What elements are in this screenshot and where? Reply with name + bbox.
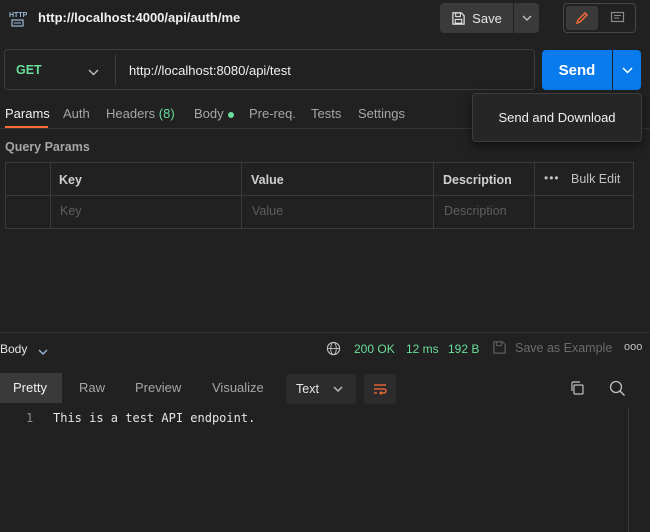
format-select[interactable]: Text [286, 374, 356, 404]
bulk-edit-button[interactable]: Bulk Edit [571, 172, 620, 186]
status-badge[interactable]: 200 OK [354, 342, 395, 356]
copy-icon[interactable] [569, 380, 585, 399]
save-button[interactable]: Save [440, 3, 513, 33]
editor-scrollbar[interactable] [628, 408, 629, 532]
response-body-line[interactable]: This is a test API endpoint. [53, 411, 255, 425]
tab-headers[interactable]: Headers (8) [106, 106, 175, 121]
column-header-key: Key [59, 173, 82, 187]
save-icon [492, 340, 507, 358]
search-icon[interactable] [609, 380, 626, 400]
body-indicator-dot [227, 111, 234, 118]
chevron-down-icon [621, 66, 633, 74]
response-time[interactable]: 12 ms [406, 342, 439, 356]
save-label: Save [472, 10, 502, 26]
param-key-input[interactable]: Key [60, 204, 82, 218]
response-more-options-icon[interactable]: ooo [624, 341, 642, 353]
pencil-icon [575, 12, 588, 25]
url-input[interactable]: http://localhost:8080/api/test [129, 63, 291, 78]
comment-icon [610, 11, 624, 23]
params-col-divider [241, 162, 242, 229]
tab-tests[interactable]: Tests [311, 106, 341, 121]
param-value-input[interactable]: Value [252, 204, 283, 218]
tab-settings[interactable]: Settings [358, 106, 405, 121]
wrap-lines-button[interactable] [364, 374, 396, 404]
send-options-button[interactable] [613, 50, 641, 90]
params-col-divider [534, 162, 535, 229]
tab-headers-label: Headers [106, 106, 156, 121]
tab-params[interactable]: Params [5, 106, 50, 121]
chevron-down-icon [522, 15, 531, 21]
view-tab-preview[interactable]: Preview [135, 380, 181, 395]
column-header-value: Value [251, 173, 284, 187]
save-icon [452, 11, 465, 25]
column-header-description: Description [443, 173, 512, 187]
format-select-value: Text [296, 382, 319, 396]
view-tab-visualize[interactable]: Visualize [212, 380, 264, 395]
params-row-divider [5, 195, 634, 196]
active-tab-underline [5, 126, 48, 128]
response-body-label[interactable]: Body [0, 342, 27, 356]
tab-body[interactable]: Body [194, 106, 234, 121]
more-options-icon[interactable]: ••• [544, 171, 560, 185]
params-col-divider [433, 162, 434, 229]
save-as-example-button[interactable]: Save as Example [515, 341, 612, 355]
svg-text:HTTP: HTTP [9, 12, 28, 19]
tab-body-label: Body [194, 106, 224, 121]
view-tab-pretty[interactable]: Pretty [13, 380, 47, 395]
send-and-download-menu-item[interactable]: Send and Download [472, 93, 642, 142]
edit-mode-button[interactable] [566, 6, 598, 30]
params-col-divider [50, 162, 51, 229]
query-params-title: Query Params [5, 140, 90, 154]
headers-count-badge: (8) [158, 106, 175, 121]
method-select[interactable]: GET [16, 63, 42, 77]
response-size[interactable]: 192 B [448, 342, 479, 356]
response-divider [0, 332, 650, 333]
tab-prereq[interactable]: Pre-req. [249, 106, 296, 121]
wrap-lines-icon [374, 384, 387, 395]
send-button[interactable]: Send [542, 50, 612, 90]
line-number: 1 [26, 411, 34, 425]
param-description-input[interactable]: Description [444, 204, 507, 218]
save-options-button[interactable] [514, 3, 539, 33]
globe-icon[interactable] [326, 341, 341, 359]
chevron-down-icon[interactable] [38, 343, 48, 358]
view-tab-raw[interactable]: Raw [79, 380, 105, 395]
url-divider [115, 55, 116, 85]
documentation-mode-button[interactable] [602, 6, 632, 30]
request-title[interactable]: http://localhost:4000/api/auth/me [38, 10, 240, 25]
tab-auth[interactable]: Auth [63, 106, 90, 121]
chevron-down-icon [333, 386, 343, 392]
http-request-icon: HTTP [8, 8, 28, 28]
chevron-down-icon[interactable] [88, 64, 99, 79]
